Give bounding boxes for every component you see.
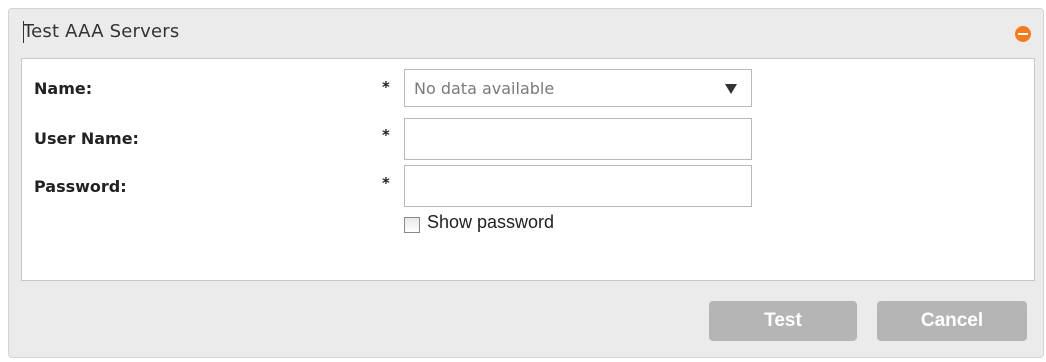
test-button[interactable]: Test [709, 301, 857, 341]
user-name-required-mark: * [382, 126, 390, 144]
test-aaa-servers-dialog: Test AAA Servers Name: * No data availab… [8, 8, 1044, 358]
user-name-label: User Name: [34, 129, 139, 148]
cancel-button[interactable]: Cancel [877, 301, 1027, 341]
form-panel: Name: * No data available User Name: * P… [21, 58, 1035, 281]
name-select-value: No data available [414, 79, 555, 98]
name-label: Name: [34, 79, 93, 98]
show-password-label[interactable]: Show password [427, 212, 554, 233]
user-name-input[interactable] [404, 118, 752, 160]
name-required-mark: * [382, 78, 390, 96]
password-required-mark: * [382, 174, 390, 192]
caret-down-icon [725, 84, 737, 94]
password-input[interactable] [404, 165, 752, 207]
dialog-title-bar: Test AAA Servers [9, 9, 1043, 55]
password-label: Password: [34, 177, 127, 196]
name-select[interactable]: No data available [404, 69, 752, 107]
dialog-title: Test AAA Servers [23, 21, 180, 42]
minus-circle-icon[interactable] [1015, 26, 1031, 42]
show-password-checkbox[interactable] [404, 217, 420, 233]
